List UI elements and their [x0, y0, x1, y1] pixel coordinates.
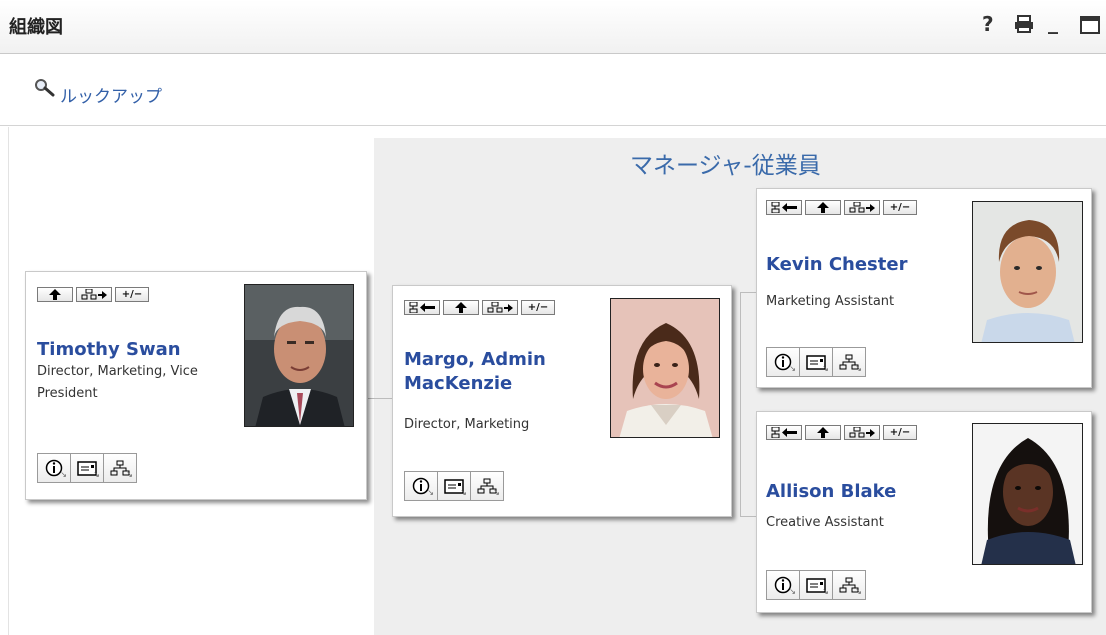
person-name[interactable]: Timothy Swan	[37, 338, 247, 362]
person-photo	[244, 284, 354, 427]
person-title: Director, Marketing	[404, 417, 530, 432]
dropdown-caret-icon: ↘	[855, 587, 862, 596]
minimize-button[interactable]: _	[1048, 12, 1058, 32]
org-chart-button[interactable]: ↘	[103, 453, 137, 483]
up-arrow-icon	[455, 302, 467, 313]
card-actions: ↘ ↘ ↘	[37, 453, 137, 483]
person-name[interactable]: Margo, Admin MacKenzie	[404, 348, 584, 396]
up-arrow-icon	[817, 427, 829, 438]
dropdown-caret-icon: ↘	[93, 470, 100, 479]
dropdown-caret-icon: ↘	[789, 364, 796, 373]
print-button[interactable]	[1014, 15, 1034, 36]
person-photo	[610, 298, 720, 438]
up-arrow-icon	[817, 202, 829, 213]
expand-subordinates-icon	[487, 302, 513, 313]
expand-subordinates-button[interactable]	[844, 200, 880, 215]
dropdown-caret-icon: ↘	[60, 470, 67, 479]
person-title: Creative Assistant	[766, 515, 884, 530]
info-button[interactable]: ↘	[766, 347, 800, 377]
dropdown-caret-icon: ↘	[822, 587, 829, 596]
go-to-manager-icon	[771, 202, 797, 213]
person-photo	[972, 423, 1083, 565]
printer-icon	[1015, 15, 1033, 33]
card-actions: ↘ ↘ ↘	[404, 471, 504, 501]
up-arrow-icon	[49, 289, 61, 300]
card-toolbar: +/−	[37, 287, 149, 302]
expand-subordinates-icon	[849, 427, 875, 438]
org-chart-button[interactable]: ↘	[832, 347, 866, 377]
person-title: Director, Marketing, Vice President	[37, 364, 198, 401]
expand-subordinates-button[interactable]	[844, 425, 880, 440]
go-to-manager-button[interactable]	[766, 425, 802, 440]
person-photo	[972, 201, 1083, 343]
expand-subordinates-button[interactable]	[76, 287, 112, 302]
dropdown-caret-icon: ↘	[855, 364, 862, 373]
email-button[interactable]: ↘	[799, 570, 833, 600]
go-to-manager-icon	[771, 427, 797, 438]
card-toolbar: +/−	[766, 200, 917, 215]
up-arrow-button[interactable]	[443, 300, 479, 315]
connector-report-1	[740, 292, 756, 293]
email-button[interactable]: ↘	[70, 453, 104, 483]
info-button[interactable]: ↘	[404, 471, 438, 501]
expand-collapse-button[interactable]: +/−	[521, 300, 555, 315]
dropdown-caret-icon: ↘	[493, 488, 500, 497]
card-toolbar: +/−	[766, 425, 917, 440]
maximize-icon	[1080, 16, 1100, 34]
email-button[interactable]: ↘	[799, 347, 833, 377]
dropdown-caret-icon: ↘	[427, 488, 434, 497]
card-toolbar: +/−	[404, 300, 555, 315]
maximize-button[interactable]	[1080, 16, 1100, 37]
person-card-report: +/− Allison Blake Creative Assistant ↘ ↘…	[756, 411, 1092, 613]
lookup-label: ルックアップ	[60, 87, 162, 107]
go-to-manager-icon	[409, 302, 435, 313]
expand-collapse-button[interactable]: +/−	[883, 200, 917, 215]
expand-subordinates-icon	[849, 202, 875, 213]
card-actions: ↘ ↘ ↘	[766, 347, 866, 377]
up-arrow-button[interactable]	[805, 200, 841, 215]
info-button[interactable]: ↘	[37, 453, 71, 483]
magnifier-icon	[35, 78, 55, 96]
go-to-manager-button[interactable]	[404, 300, 440, 315]
person-card-report: +/− Kevin Chester Marketing Assistant ↘ …	[756, 188, 1092, 388]
connector-manager-reports	[740, 292, 741, 516]
go-to-manager-button[interactable]	[766, 200, 802, 215]
card-actions: ↘ ↘ ↘	[766, 570, 866, 600]
lookup-link[interactable]: ルックアップ	[34, 78, 162, 107]
expand-subordinates-button[interactable]	[482, 300, 518, 315]
org-chart-button[interactable]: ↘	[470, 471, 504, 501]
dropdown-caret-icon: ↘	[789, 587, 796, 596]
connector-report-2	[740, 516, 756, 517]
info-button[interactable]: ↘	[766, 570, 800, 600]
email-button[interactable]: ↘	[437, 471, 471, 501]
expand-collapse-button[interactable]: +/−	[115, 287, 149, 302]
person-card-root: +/− Timothy Swan Director, Marketing, Vi…	[25, 271, 367, 500]
org-chart-button[interactable]: ↘	[832, 570, 866, 600]
up-arrow-button[interactable]	[805, 425, 841, 440]
help-button[interactable]: ?	[982, 14, 994, 34]
person-name[interactable]: Allison Blake	[766, 480, 966, 504]
lookup-bar: ルックアップ	[0, 54, 1106, 126]
person-card-manager: +/− Margo, Admin MacKenzie Director, Mar…	[392, 285, 732, 517]
expand-subordinates-icon	[81, 289, 107, 300]
connector-root-manager	[368, 398, 392, 399]
dropdown-caret-icon: ↘	[822, 364, 829, 373]
dropdown-caret-icon: ↘	[460, 488, 467, 497]
up-arrow-button[interactable]	[37, 287, 73, 302]
portlet-titlebar: 組織図 ? _	[0, 0, 1106, 54]
person-name[interactable]: Kevin Chester	[766, 253, 966, 277]
window-title: 組織図	[9, 17, 63, 38]
dropdown-caret-icon: ↘	[126, 470, 133, 479]
group-title: マネージャ-従業員	[630, 153, 821, 179]
person-title: Marketing Assistant	[766, 294, 895, 309]
expand-collapse-button[interactable]: +/−	[883, 425, 917, 440]
